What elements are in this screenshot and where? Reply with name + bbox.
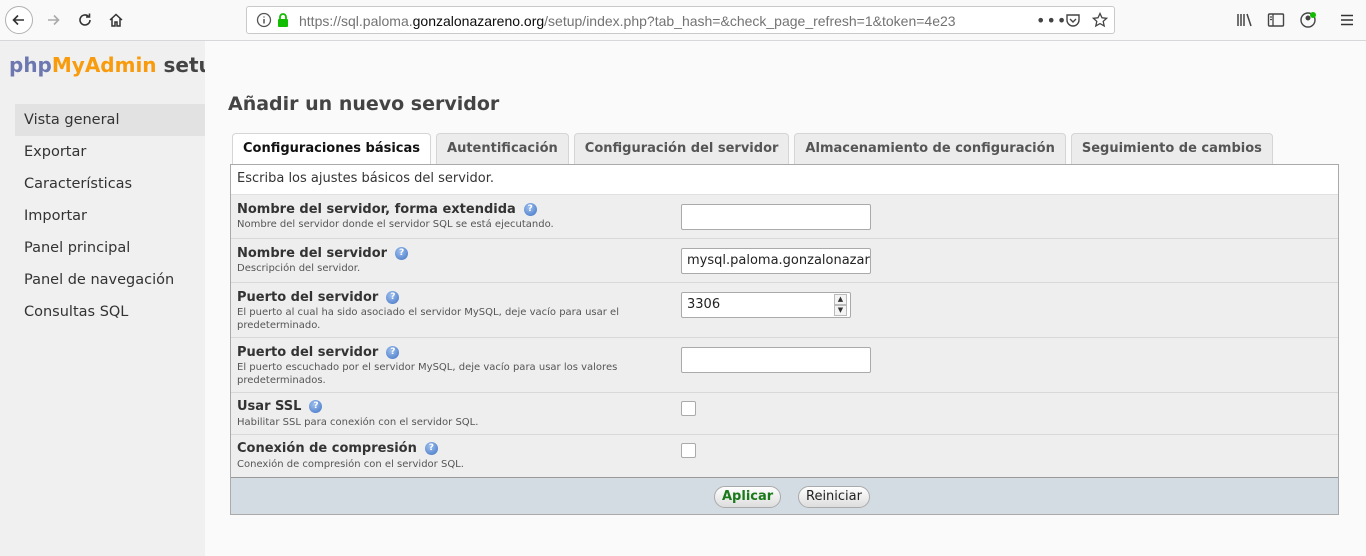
settings-panel: Escriba los ajustes básicos del servidor… [230, 164, 1339, 515]
server-verbose-name-input[interactable] [681, 204, 871, 230]
field-description: El puerto al cual ha sido asociado el se… [237, 307, 619, 331]
field-description: Conexión de compresión con el servidor S… [237, 459, 464, 470]
sidebar-item-exportar[interactable]: Exportar [15, 136, 205, 168]
reset-button[interactable]: Reiniciar [798, 486, 870, 508]
sidebar-item-vista-general[interactable]: Vista general [15, 104, 205, 136]
field-description: Nombre del servidor donde el servidor SQ… [237, 219, 554, 230]
page-title: Añadir un nuevo servidor [228, 93, 500, 115]
arrow-right-icon [48, 14, 60, 26]
more-actions-icon[interactable]: ••• [1036, 11, 1067, 30]
field-label: Usar SSL [237, 399, 302, 414]
panel-description: Escriba los ajustes básicos del servidor… [231, 165, 1338, 195]
field-description: Descripción del servidor. [237, 263, 361, 274]
library-icon[interactable] [1236, 12, 1254, 28]
home-button[interactable] [102, 6, 130, 34]
form-row: Usar SSL? Habilitar SSL para conexión co… [231, 393, 1338, 435]
form-row: Nombre del servidor, forma extendida? No… [231, 195, 1338, 239]
sidebar-item-caracteristicas[interactable]: Características [15, 168, 205, 200]
field-label: Nombre del servidor, forma extendida [237, 202, 516, 217]
sidebar-item-panel-principal[interactable]: Panel principal [15, 232, 205, 264]
help-icon[interactable]: ? [309, 400, 323, 413]
bookmark-star-icon[interactable] [1092, 12, 1108, 28]
browser-toolbar: https://sql.paloma.gonzalonazareno.org/s… [0, 0, 1366, 41]
form-row: Puerto del servidor? El puerto al cual h… [231, 283, 1338, 338]
ssl-checkbox[interactable] [681, 401, 696, 416]
hamburger-menu-icon[interactable] [1339, 12, 1355, 28]
pocket-icon[interactable] [1065, 12, 1081, 28]
field-label-wrapper: Puerto del servidor? [237, 290, 400, 305]
form-row: Puerto del servidor? El puerto escuchado… [231, 338, 1338, 393]
arrow-left-icon [12, 14, 24, 26]
port-value: 3306 [687, 297, 721, 312]
tab-seguimiento-cambios[interactable]: Seguimiento de cambios [1070, 133, 1273, 165]
help-icon[interactable]: ? [386, 346, 400, 359]
field-label: Puerto del servidor [237, 345, 379, 360]
field-label-wrapper: Puerto del servidor? [237, 345, 400, 360]
field-label-wrapper: Usar SSL? [237, 399, 323, 414]
home-icon [109, 13, 123, 27]
help-icon[interactable]: ? [523, 203, 537, 216]
help-icon[interactable]: ? [424, 442, 438, 455]
url-bar[interactable]: https://sql.paloma.gonzalonazareno.org/s… [246, 6, 1115, 34]
apply-button[interactable]: Aplicar [714, 486, 782, 508]
server-port-input[interactable]: 3306 ▲ ▼ [681, 292, 851, 318]
help-icon[interactable]: ? [395, 247, 409, 260]
form-row: Conexión de compresión? Conexión de comp… [231, 435, 1338, 477]
reload-icon [79, 13, 91, 26]
sidebar-icon[interactable] [1267, 12, 1285, 28]
tab-almacenamiento-configuracion[interactable]: Almacenamiento de configuración [794, 133, 1066, 165]
server-socket-input[interactable] [681, 347, 871, 373]
help-icon[interactable]: ? [386, 291, 400, 304]
field-label: Puerto del servidor [237, 290, 379, 305]
forward-button[interactable] [39, 6, 67, 34]
info-icon[interactable] [256, 12, 272, 28]
field-description: El puerto escuchado por el servidor MySQ… [237, 362, 618, 386]
tab-configuraciones-basicas[interactable]: Configuraciones básicas [232, 133, 432, 166]
sidebar-item-panel-navegacion[interactable]: Panel de navegación [15, 264, 205, 296]
reload-button[interactable] [71, 6, 99, 34]
app-logo[interactable]: phpMyAdmin setup [9, 53, 227, 77]
account-icon[interactable] [1299, 11, 1317, 29]
form-row: Nombre del servidor? Descripción del ser… [231, 239, 1338, 283]
lock-icon [278, 13, 288, 27]
form-footer: Aplicar Reiniciar [231, 477, 1338, 514]
field-label-wrapper: Conexión de compresión? [237, 441, 438, 456]
sidebar-item-consultas-sql[interactable]: Consultas SQL [15, 296, 205, 328]
field-label-wrapper: Nombre del servidor, forma extendida? [237, 202, 537, 217]
sidebar: phpMyAdmin setup Vista general Exportar … [0, 41, 227, 556]
spin-up-icon[interactable]: ▲ [834, 294, 847, 305]
compress-checkbox[interactable] [681, 443, 696, 458]
field-label-wrapper: Nombre del servidor? [237, 246, 409, 261]
url-text: https://sql.paloma.gonzalonazareno.org/s… [299, 13, 956, 29]
sidebar-nav: Vista general Exportar Características I… [15, 104, 205, 328]
spin-down-icon[interactable]: ▼ [834, 305, 847, 316]
server-name-input[interactable]: mysql.paloma.gonzalonazareno.org [681, 248, 871, 274]
spinner-arrows: ▲ ▼ [834, 294, 847, 316]
tab-bar: Configuraciones básicas Autentificación … [232, 133, 1273, 166]
back-button[interactable] [5, 6, 33, 34]
tab-autentificacion[interactable]: Autentificación [436, 133, 569, 165]
field-description: Habilitar SSL para conexión con el servi… [237, 417, 479, 428]
field-label: Conexión de compresión [237, 441, 417, 456]
main-content: Añadir un nuevo servidor Configuraciones… [205, 41, 1366, 556]
tab-configuracion-servidor[interactable]: Configuración del servidor [573, 133, 790, 165]
sidebar-item-importar[interactable]: Importar [15, 200, 205, 232]
field-label: Nombre del servidor [237, 246, 388, 261]
